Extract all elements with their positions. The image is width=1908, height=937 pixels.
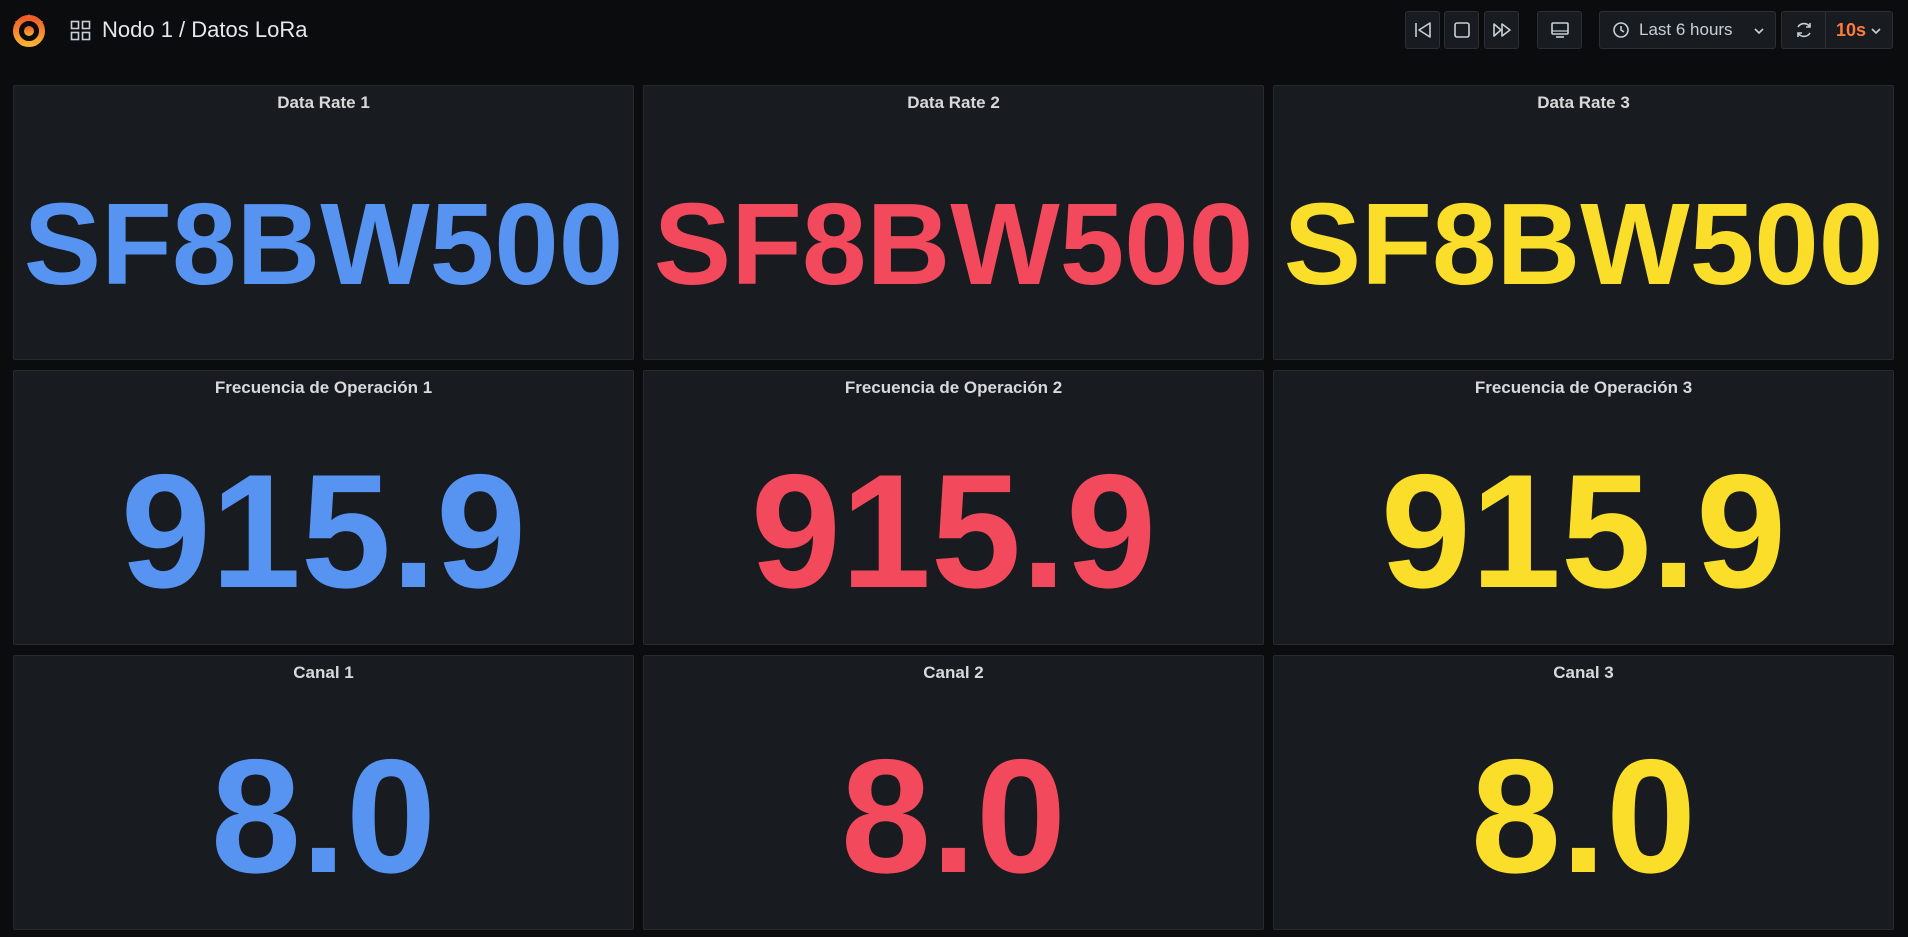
stat-value: 915.9 [1380,441,1787,622]
playlist-next-button[interactable] [1484,11,1519,49]
dashboards-grid-icon[interactable] [70,20,91,41]
stat-value: SF8BW500 [23,179,624,309]
stat-value: 8.0 [210,726,437,907]
panel-title[interactable]: Canal 3 [1274,663,1893,683]
playlist-stop-button[interactable] [1444,11,1479,49]
panel-frecuencia-1[interactable]: Frecuencia de Operación 1 915.9 [13,370,634,645]
panel-title[interactable]: Data Rate 3 [1274,93,1893,113]
stat-value: 8.0 [1470,726,1697,907]
panel-title[interactable]: Frecuencia de Operación 2 [644,378,1263,398]
panel-frecuencia-2[interactable]: Frecuencia de Operación 2 915.9 [643,370,1264,645]
stat-value: 8.0 [840,726,1067,907]
stat-value: 915.9 [750,441,1157,622]
top-navbar: Nodo 1 / Datos LoRa Last 6 hours 10s [0,0,1908,62]
stat-value: SF8BW500 [653,179,1254,309]
refresh-interval-label: 10s [1836,19,1867,40]
stat-value: SF8BW500 [1283,179,1884,309]
panel-canal-2[interactable]: Canal 2 8.0 [643,655,1264,930]
clock-icon [1613,22,1629,38]
time-range-label: Last 6 hours [1639,20,1733,39]
panel-title[interactable]: Data Rate 1 [14,93,633,113]
refresh-interval-picker[interactable]: 10s [1825,11,1893,49]
panel-title[interactable]: Canal 2 [644,663,1263,683]
panel-canal-1[interactable]: Canal 1 8.0 [13,655,634,930]
stop-icon [1453,22,1470,38]
panel-frecuencia-3[interactable]: Frecuencia de Operación 3 915.9 [1273,370,1894,645]
panel-data-rate-2[interactable]: Data Rate 2 SF8BW500 [643,85,1264,360]
skip-back-icon [1414,22,1431,38]
refresh-icon [1796,22,1811,38]
view-mode-button[interactable] [1537,11,1582,49]
chevron-down-icon [1871,28,1881,35]
panel-title[interactable]: Data Rate 2 [644,93,1263,113]
playlist-prev-button[interactable] [1405,11,1440,49]
panel-title[interactable]: Frecuencia de Operación 3 [1274,378,1893,398]
panel-canal-3[interactable]: Canal 3 8.0 [1273,655,1894,930]
panel-title[interactable]: Canal 1 [14,663,633,683]
dashboard-title[interactable]: Nodo 1 / Datos LoRa [102,16,307,44]
monitor-icon [1550,22,1569,38]
panel-data-rate-1[interactable]: Data Rate 1 SF8BW500 [13,85,634,360]
chevron-down-icon [1754,28,1764,35]
panel-title[interactable]: Frecuencia de Operación 1 [14,378,633,398]
time-range-picker[interactable]: Last 6 hours [1599,11,1776,49]
refresh-button[interactable] [1781,11,1826,49]
fast-forward-icon [1492,23,1511,37]
panel-data-rate-3[interactable]: Data Rate 3 SF8BW500 [1273,85,1894,360]
stat-value: 915.9 [120,441,527,622]
grafana-logo-icon[interactable] [9,10,49,50]
